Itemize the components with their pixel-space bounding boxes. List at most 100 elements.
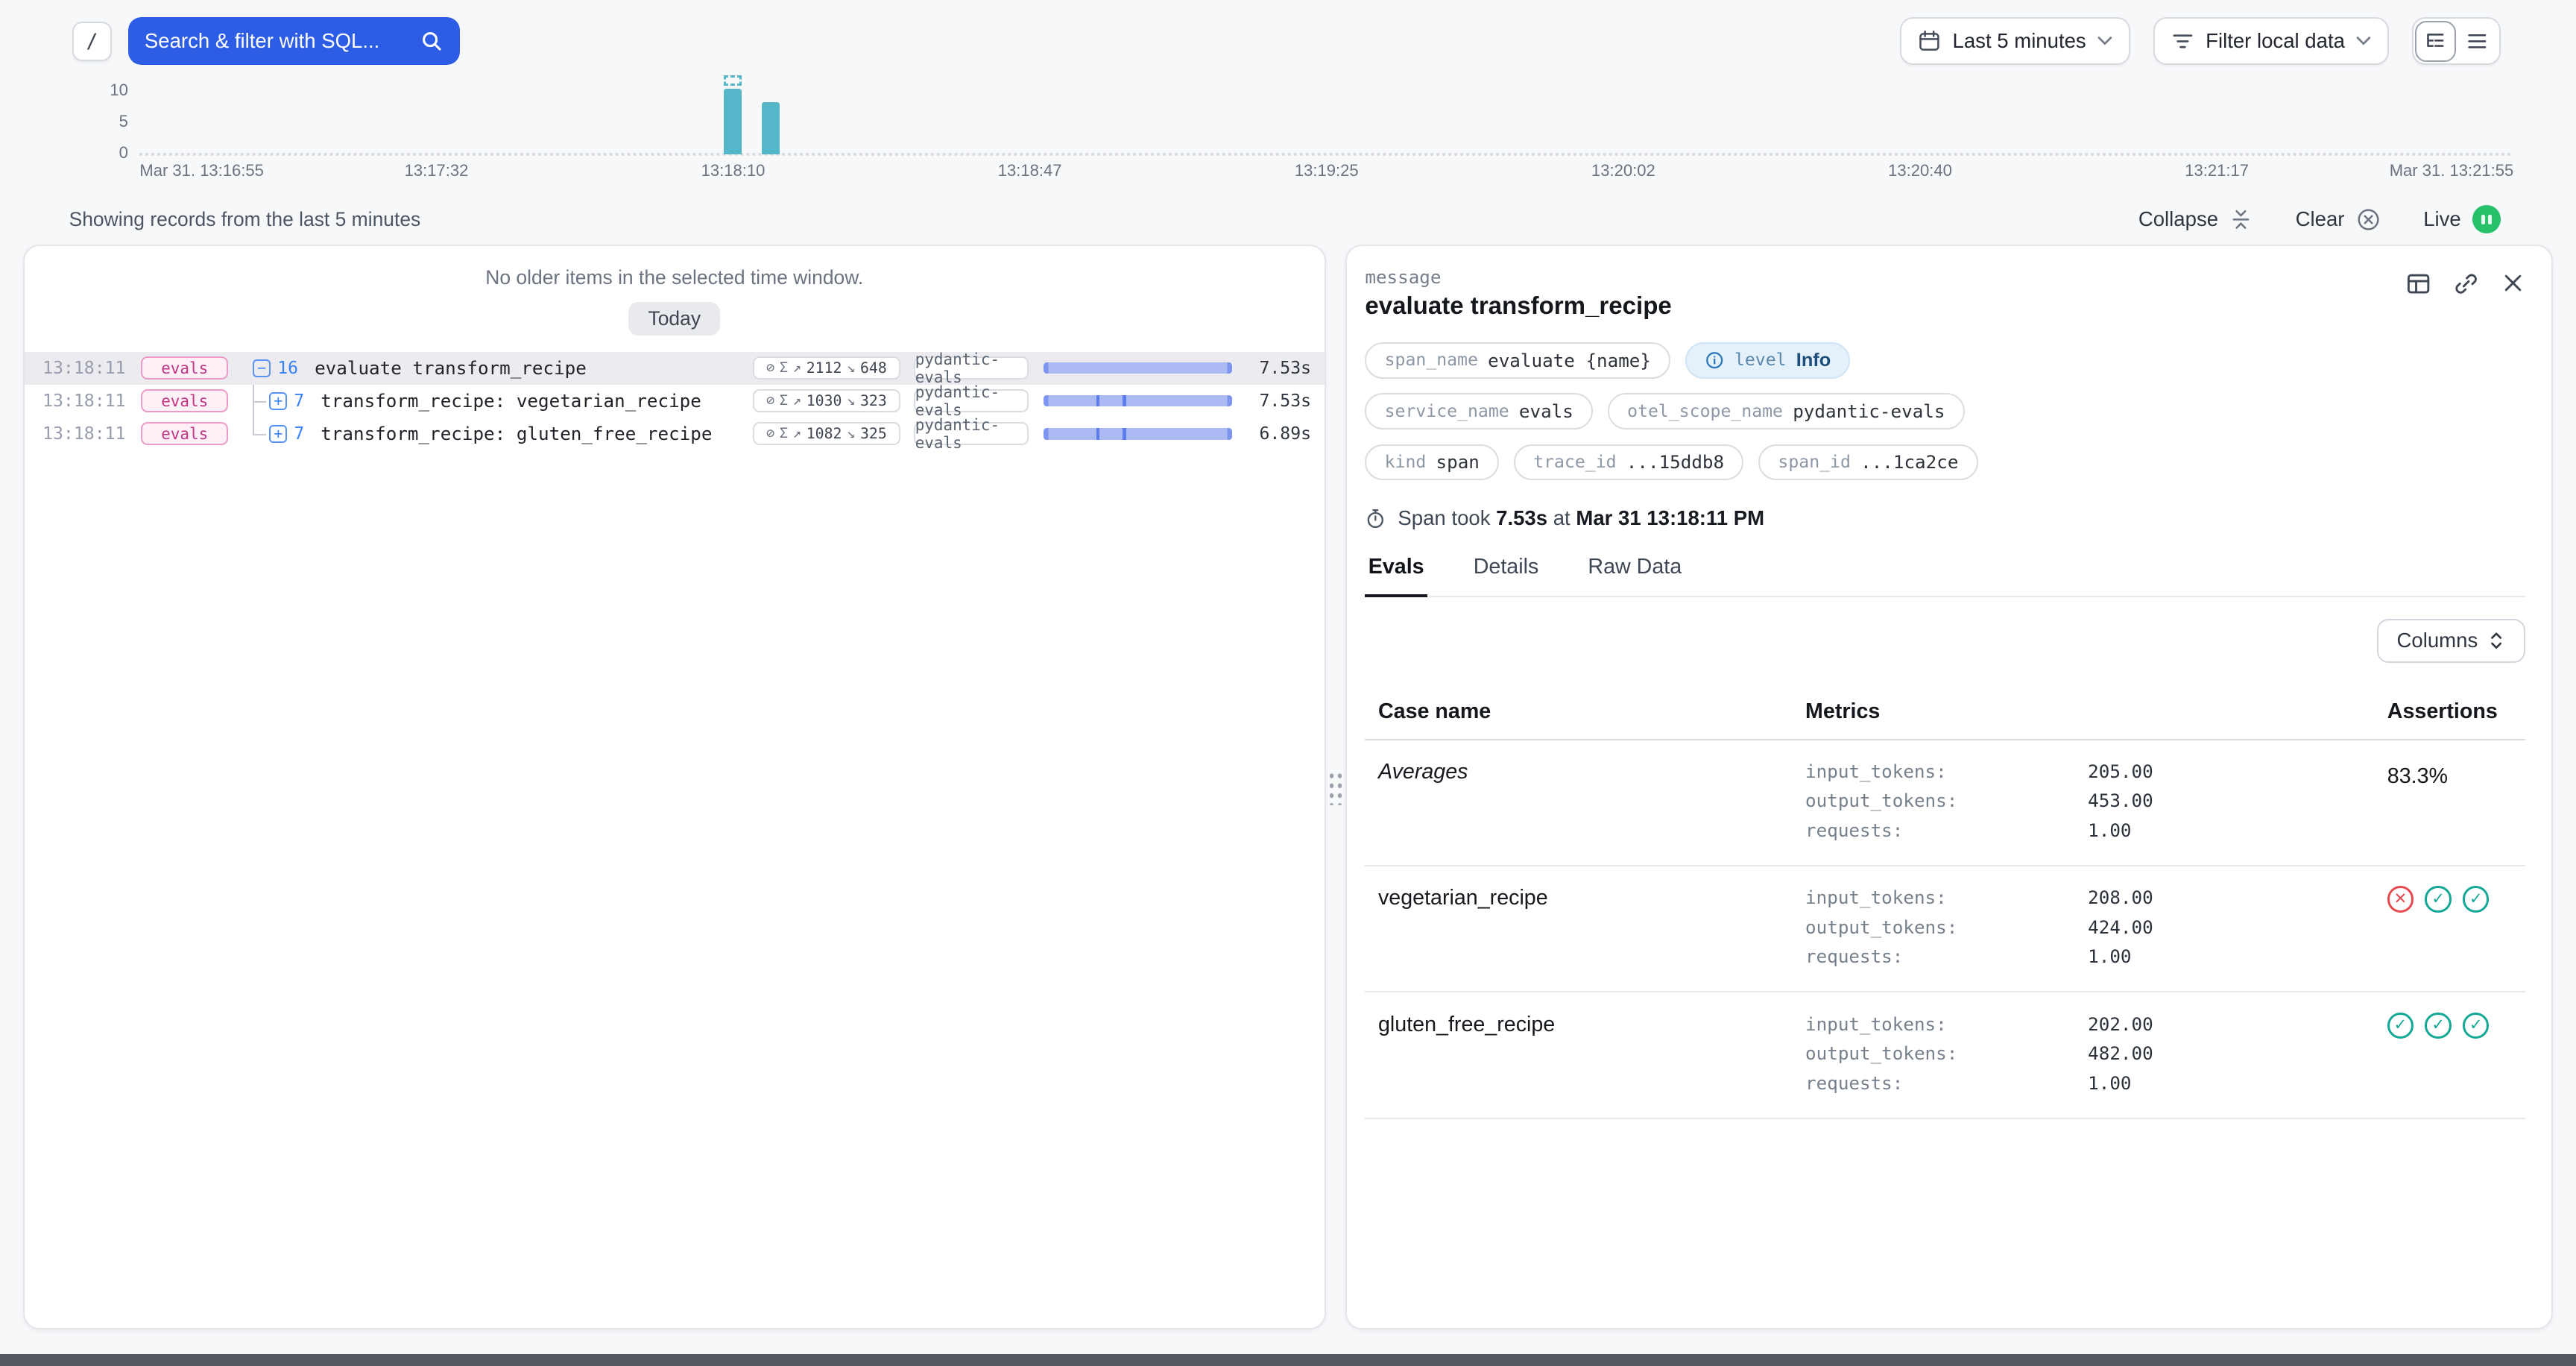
assertions-cell: ✕ ✓ ✓ [2367, 883, 2512, 913]
metric-label: output_tokens: [1805, 786, 2088, 816]
assertion-pass-icon[interactable]: ✓ [2463, 1013, 2489, 1039]
timeline-histogram: 10 5 0 Mar 31. 13:16:55 13:17:32 13:18:1… [0, 89, 2576, 183]
metric-value: 453.00 [2088, 786, 2367, 816]
tag-trace-id[interactable]: trace_id ...15ddb8 [1514, 444, 1743, 480]
slash-shortcut-key[interactable]: / [72, 22, 112, 61]
histogram-bar[interactable] [724, 89, 742, 154]
otel-scope-badge[interactable]: pydantic-evals [914, 389, 1029, 412]
child-count: 7 [294, 391, 304, 411]
search-button[interactable]: Search & filter with SQL... [128, 17, 460, 65]
table-row[interactable]: Averages input_tokens:205.00 output_toke… [1365, 740, 2525, 866]
list-view-toggle[interactable] [2456, 21, 2497, 62]
duration-bar [1044, 395, 1232, 406]
clear-circle-x-icon [2356, 207, 2381, 232]
case-name: Averages [1378, 757, 1805, 784]
x-tick: 13:19:25 [1295, 161, 1359, 180]
x-axis: Mar 31. 13:16:55 13:17:32 13:18:10 13:18… [139, 161, 2513, 183]
tokens-in-count: 1082 [806, 425, 842, 442]
assertion-pass-icon[interactable]: ✓ [2425, 1013, 2451, 1039]
span-count[interactable]: − 16 [253, 359, 298, 378]
columns-button[interactable]: Columns [2377, 619, 2525, 664]
clear-button[interactable]: Clear [2296, 207, 2381, 232]
expand-children-icon[interactable]: + [269, 392, 287, 410]
filter-label: Filter local data [2206, 29, 2345, 53]
span-count[interactable]: + 7 [269, 424, 304, 444]
duration-text: 7.53s [1243, 359, 1312, 378]
tab-evals[interactable]: Evals [1365, 555, 1427, 597]
tag-span-id[interactable]: span_id ...1ca2ce [1758, 444, 1977, 480]
assertion-pass-icon[interactable]: ✓ [2387, 1013, 2414, 1039]
span-metrics-pill[interactable]: ⊘ Σ ↗ 1082 ↘ 325 [753, 422, 900, 445]
span-count[interactable]: + 7 [269, 391, 304, 411]
row-timestamp: 13:18:11 [42, 359, 120, 378]
tree-view-toggle[interactable] [2415, 21, 2456, 62]
sum-icon: Σ [780, 393, 788, 409]
trace-row[interactable]: 13:18:11 evals + 7 transform_recipe: veg… [25, 385, 1325, 418]
assertion-fail-icon[interactable]: ✕ [2387, 886, 2414, 912]
trace-rows: 13:18:11 evals − 16 evaluate transform_r… [25, 352, 1325, 450]
assertions-percentage: 83.3% [2387, 764, 2448, 788]
span-metrics-pill[interactable]: ⊘ Σ ↗ 1030 ↘ 323 [753, 389, 900, 412]
tokens-out-icon: ↘ [847, 360, 855, 376]
metric-label: requests: [1805, 942, 2088, 972]
main-panels: No older items in the selected time wind… [23, 245, 2553, 1329]
metric-value: 205.00 [2088, 757, 2367, 787]
col-metrics: Metrics [1805, 699, 2367, 724]
metrics-cell: input_tokens:208.00 output_tokens:424.00… [1805, 883, 2367, 972]
metric-value: 208.00 [2088, 883, 2367, 913]
x-tick: 13:18:10 [701, 161, 765, 180]
tag-key: otel_scope_name [1627, 402, 1783, 421]
metric-value: 1.00 [2088, 816, 2367, 846]
histogram-bar[interactable] [762, 102, 780, 155]
tab-details[interactable]: Details [1470, 555, 1541, 596]
tag-key: span_name [1385, 350, 1478, 370]
metric-value: 1.00 [2088, 1068, 2367, 1098]
trace-row[interactable]: 13:18:11 evals + 7 transform_recipe: glu… [25, 418, 1325, 450]
service-badge[interactable]: evals [141, 422, 228, 445]
trace-row[interactable]: 13:18:11 evals − 16 evaluate transform_r… [25, 352, 1325, 385]
service-badge[interactable]: evals [141, 356, 228, 380]
panel-resize-handle[interactable] [1328, 769, 1344, 805]
assertion-pass-icon[interactable]: ✓ [2425, 886, 2451, 912]
assertion-pass-icon[interactable]: ✓ [2463, 886, 2489, 912]
copy-link-icon[interactable] [2453, 271, 2479, 297]
expand-children-icon[interactable]: + [269, 425, 287, 443]
table-view-icon[interactable] [2405, 271, 2431, 297]
span-links-icon: ⊘ [766, 426, 774, 441]
tag-span-name[interactable]: span_name evaluate {name} [1365, 342, 1670, 378]
table-row[interactable]: vegetarian_recipe input_tokens:208.00 ou… [1365, 866, 2525, 992]
live-toggle[interactable]: Live [2423, 205, 2500, 233]
collapse-button[interactable]: Collapse [2138, 207, 2253, 231]
table-row[interactable]: gluten_free_recipe input_tokens:202.00 o… [1365, 992, 2525, 1118]
live-pause-icon [2472, 205, 2500, 233]
otel-scope-badge[interactable]: pydantic-evals [914, 422, 1029, 445]
sum-icon: Σ [780, 426, 788, 441]
chevron-down-icon [2097, 36, 2112, 45]
collapse-children-icon[interactable]: − [253, 359, 271, 377]
tag-key: level [1734, 350, 1787, 370]
tree-connector [243, 418, 269, 450]
tag-level[interactable]: level Info [1685, 342, 1850, 378]
tag-value: Info [1796, 350, 1831, 371]
collapse-label: Collapse [2138, 207, 2218, 231]
tag-otel-scope-name[interactable]: otel_scope_name pydantic-evals [1608, 393, 1965, 429]
selection-handle[interactable] [724, 75, 742, 85]
tokens-in-count: 2112 [806, 359, 842, 377]
tab-raw-data[interactable]: Raw Data [1585, 555, 1685, 596]
tag-kind[interactable]: kind span [1365, 444, 1499, 480]
clear-label: Clear [2296, 207, 2345, 231]
close-icon[interactable] [2501, 271, 2525, 297]
otel-scope-badge[interactable]: pydantic-evals [914, 356, 1029, 380]
window-edge [0, 1354, 2576, 1365]
metric-label: requests: [1805, 1068, 2088, 1098]
took-timestamp: Mar 31 13:18:11 PM [1576, 506, 1764, 529]
attribute-tags: span_name evaluate {name} level Info ser… [1365, 342, 2525, 480]
x-tick: 13:17:32 [405, 161, 469, 180]
filter-local-data-select[interactable]: Filter local data [2153, 17, 2389, 65]
tag-value: ...1ca2ce [1860, 451, 1958, 473]
time-range-select[interactable]: Last 5 minutes [1900, 17, 2130, 65]
took-duration: 7.53s [1496, 506, 1547, 529]
service-badge[interactable]: evals [141, 389, 228, 412]
span-metrics-pill[interactable]: ⊘ Σ ↗ 2112 ↘ 648 [753, 356, 900, 380]
tag-service-name[interactable]: service_name evals [1365, 393, 1593, 429]
